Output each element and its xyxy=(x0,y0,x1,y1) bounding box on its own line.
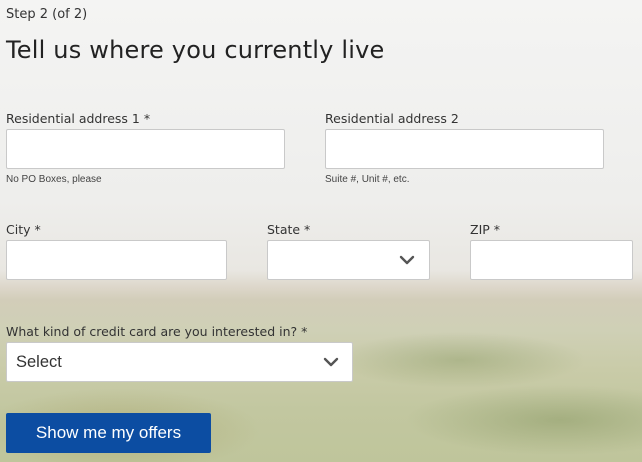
address1-hint: No PO Boxes, please xyxy=(6,174,102,185)
city-input[interactable] xyxy=(7,241,226,279)
address1-input[interactable] xyxy=(7,130,284,168)
step-indicator: Step 2 (of 2) xyxy=(6,7,88,22)
state-select[interactable] xyxy=(267,240,430,280)
city-field[interactable] xyxy=(6,240,227,280)
show-offers-button[interactable]: Show me my offers xyxy=(6,413,211,453)
card-type-select[interactable]: Select xyxy=(6,342,353,382)
address1-label: Residential address 1 * xyxy=(6,111,151,126)
address1-field[interactable] xyxy=(6,129,285,169)
card-type-label: What kind of credit card are you interes… xyxy=(6,324,308,339)
chevron-down-icon xyxy=(399,255,415,265)
address2-hint: Suite #, Unit #, etc. xyxy=(325,174,410,185)
page-title: Tell us where you currently live xyxy=(6,36,385,64)
address2-label: Residential address 2 xyxy=(325,111,459,126)
card-type-select-value: Select xyxy=(16,352,62,371)
chevron-down-icon xyxy=(323,357,339,367)
address2-input[interactable] xyxy=(326,130,603,168)
zip-label: ZIP * xyxy=(470,222,501,237)
address2-field[interactable] xyxy=(325,129,604,169)
state-label: State * xyxy=(267,222,311,237)
city-label: City * xyxy=(6,222,41,237)
zip-input[interactable] xyxy=(471,241,632,279)
zip-field[interactable] xyxy=(470,240,633,280)
